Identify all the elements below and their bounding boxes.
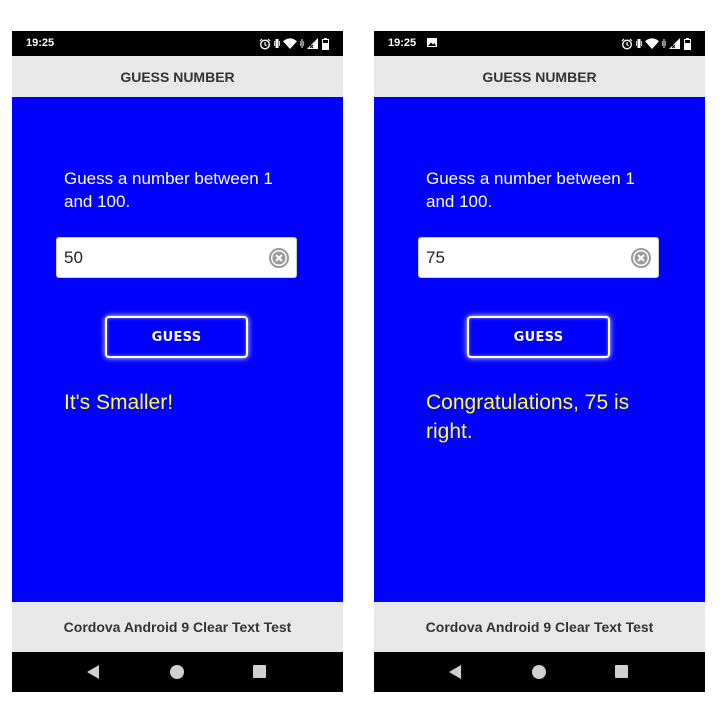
main-content: Guess a number between 1 and 100. GUESS … xyxy=(12,97,343,602)
home-icon[interactable] xyxy=(170,665,184,679)
phone-screen-right: 19:25 GUESS NUMBER Guess a number betwee… xyxy=(374,31,705,692)
navigation-bar xyxy=(374,652,705,692)
guess-prompt: Guess a number between 1 and 100. xyxy=(64,169,273,211)
wifi-icon xyxy=(645,38,659,49)
back-icon[interactable] xyxy=(448,665,462,679)
status-icons xyxy=(621,35,691,52)
guess-button[interactable]: GUESS xyxy=(105,316,248,358)
battery-icon xyxy=(684,37,691,50)
footer-text: Cordova Android 9 Clear Text Test xyxy=(63,619,292,635)
guess-input-container xyxy=(56,237,297,278)
recents-icon[interactable] xyxy=(253,665,266,678)
clear-icon[interactable] xyxy=(631,248,651,268)
app-footer: Cordova Android 9 Clear Text Test xyxy=(12,602,343,652)
footer-text: Cordova Android 9 Clear Text Test xyxy=(425,619,654,635)
app-title: GUESS NUMBER xyxy=(482,68,597,85)
navigation-bar xyxy=(12,652,343,692)
app-header: GUESS NUMBER xyxy=(374,56,705,97)
guess-input[interactable] xyxy=(57,238,264,277)
status-time: 19:25 xyxy=(388,37,417,49)
battery-icon xyxy=(322,37,329,50)
back-icon[interactable] xyxy=(86,665,100,679)
phone-screen-left: 19:25 GUESS NUMBER Guess a number betwee… xyxy=(12,31,343,692)
guess-prompt: Guess a number between 1 and 100. xyxy=(426,169,635,211)
vibrate-icon xyxy=(662,39,666,48)
app-title: GUESS NUMBER xyxy=(120,68,235,85)
result-message: It's Smaller! xyxy=(64,391,174,414)
vibrate-icon xyxy=(274,39,280,48)
signal-icon xyxy=(669,38,680,49)
guess-input-container xyxy=(418,237,659,278)
vibrate-icon xyxy=(300,39,304,48)
home-icon[interactable] xyxy=(532,665,546,679)
main-content: Guess a number between 1 and 100. GUESS … xyxy=(374,97,705,602)
wifi-icon xyxy=(283,38,297,49)
vibrate-icon xyxy=(636,39,642,48)
app-header: GUESS NUMBER xyxy=(12,56,343,97)
result-message: Congratulations, 75 is right. xyxy=(426,391,630,443)
recents-icon[interactable] xyxy=(615,665,628,678)
image-icon xyxy=(427,38,437,47)
guess-button[interactable]: GUESS xyxy=(467,316,610,358)
clear-icon[interactable] xyxy=(269,248,289,268)
status-bar: 19:25 xyxy=(12,31,343,56)
signal-icon xyxy=(307,38,318,49)
app-footer: Cordova Android 9 Clear Text Test xyxy=(374,602,705,652)
status-time: 19:25 xyxy=(26,37,55,49)
alarm-icon xyxy=(621,38,633,50)
status-bar: 19:25 xyxy=(374,31,705,56)
status-icons xyxy=(259,35,329,52)
alarm-icon xyxy=(259,38,271,50)
guess-input[interactable] xyxy=(419,238,626,277)
